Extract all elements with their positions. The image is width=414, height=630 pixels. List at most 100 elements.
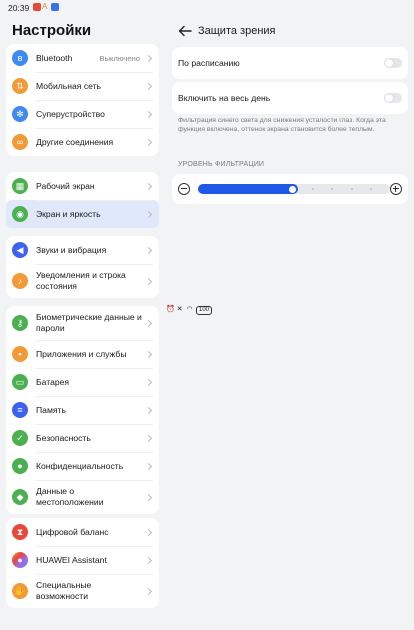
filter-level-slider[interactable] [198,184,390,194]
settings-group: ▦ Рабочий экран ◉ Экран и яркость [6,172,159,228]
sidebar-item[interactable]: ◆ Данные о местоположении [6,480,159,514]
sidebar-item-label: Приложения и службы [36,348,127,359]
link-icon: ∞ [12,134,28,150]
app-blue-icon [51,3,59,11]
schedule-row[interactable]: По расписанию [172,47,408,79]
chevron-right-icon [144,210,153,218]
sidebar-item-label: Батарея [36,376,70,387]
sidebar-item-label: Безопасность [36,432,91,443]
apps-icon: ▪ [12,346,28,362]
sidebar-item-value: Выключено [99,53,141,63]
sidebar-item[interactable]: ∞ Другие соединения [6,128,159,156]
chevron-right-icon [144,493,153,501]
settings-group: ʙ Bluetooth Выключено ⇅ Мобильная сеть ✻ Супер… [6,44,159,156]
app-red-icon [33,3,41,11]
filter-level-fill [198,184,298,194]
sidebar-item-label: Специальные возможности [36,580,92,601]
sidebar-item[interactable]: ⚷ Биометрические данные и пароли [6,306,159,340]
sidebar-item-label: Цифровой баланс [36,526,109,537]
settings-group: ◀ Звуки и вибрация ♪ Уведомления и строка с… [6,236,159,298]
sidebar-item-label: Память [36,404,66,415]
back-arrow-icon[interactable] [178,25,192,37]
chevron-right-icon [144,319,153,327]
bell-icon: ♪ [12,273,28,289]
chevron-right-icon [144,378,153,386]
sidebar-item-label: Биометрические данные и пароли [36,312,142,333]
slider-tick [331,188,334,190]
chevron-right-icon [144,556,153,564]
chevron-right-icon [144,406,153,414]
chevron-right-icon [144,82,153,90]
sidebar-item[interactable]: ▪ Приложения и службы [6,340,159,368]
sidebar-item[interactable]: ◉ Экран и яркость [6,200,159,228]
slider-tick [369,188,372,190]
slider-thumb[interactable] [289,185,296,193]
battery-icon: ▭ [12,374,28,390]
storage-icon: ≡ [12,402,28,418]
location-icon: ◆ [12,489,28,505]
sidebar-item[interactable]: ʙ Bluetooth Выключено [6,44,159,72]
sidebar-item-label: Данные о местоположении [36,486,104,507]
sidebar-item[interactable]: ≡ Память [6,396,159,424]
chevron-right-icon [144,587,153,595]
sidebar-item-label: Звуки и вибрация [36,244,107,255]
eye-comfort-panel: Защита зрения По расписанию Включить на … [166,16,414,630]
display-icon: ◉ [12,206,28,222]
hourglass-icon: ⧗ [12,524,28,540]
settings-sidebar: Настройки ʙ Bluetooth Выключено ⇅ Мобильная … [0,16,166,630]
status-time: 20:39 [8,3,30,13]
page-title: Защита зрения [198,25,276,37]
assistant-icon: ● [12,552,28,568]
schedule-label: По расписанию [178,58,240,68]
sidebar-item-label: Мобильная сеть [36,80,102,91]
chevron-right-icon [144,434,153,442]
chevron-right-icon [144,110,153,118]
privacy-icon: ● [12,458,28,474]
increase-filter-button[interactable] [390,183,402,195]
home-screen-icon: ▦ [12,178,28,194]
sidebar-item[interactable]: ✋ Специальные возможности [6,574,159,608]
sidebar-item-label: Уведомления и строка состояния [36,270,126,291]
decrease-filter-button[interactable] [178,183,190,195]
status-bar: 20:39 A ⏰ ✕ ◠ 100 [0,0,414,315]
all-day-toggle[interactable] [384,93,402,103]
filter-section-title: УРОВЕНЬ ФИЛЬТРАЦИИ [178,161,265,168]
sidebar-item[interactable]: ⇅ Мобильная сеть [6,72,159,100]
chevron-right-icon [144,54,153,62]
slider-tick [350,188,353,190]
schedule-toggle[interactable] [384,58,402,68]
sidebar-item-label: Конфиденциальность [36,460,124,471]
sidebar-item[interactable]: ♪ Уведомления и строка состояния [6,264,159,298]
super-device-icon: ✻ [12,106,28,122]
settings-group: ⧗ Цифровой баланс ● HUAWEI Assistant ✋ Специа… [6,518,159,608]
chevron-right-icon [144,138,153,146]
chevron-right-icon [144,277,153,285]
shield-icon: ✓ [12,430,28,446]
chevron-right-icon [144,528,153,536]
sidebar-item[interactable]: ◀ Звуки и вибрация [6,236,159,264]
sound-icon: ◀ [12,242,28,258]
chevron-right-icon [144,182,153,190]
sidebar-item-label: Суперустройство [36,108,105,119]
key-icon: ⚷ [12,315,28,331]
sidebar-item-label: Другие соединения [36,136,114,147]
sidebar-item[interactable]: ▦ Рабочий экран [6,172,159,200]
sidebar-item-label: Bluetooth [36,52,73,63]
bluetooth-icon: ʙ [12,50,28,66]
sidebar-item[interactable]: ⧗ Цифровой баланс [6,518,159,546]
sidebar-item-label: Экран и яркость [36,208,101,219]
sidebar-item[interactable]: ● Конфиденциальность [6,452,159,480]
accessibility-icon: ✋ [12,583,28,599]
sidebar-item[interactable]: ▭ Батарея [6,368,159,396]
chevron-right-icon [144,246,153,254]
slider-tick [312,188,315,190]
app-orange-icon: A [42,2,48,11]
settings-group: ⚷ Биометрические данные и пароли ▪ Приложен… [6,306,159,514]
sidebar-item[interactable]: ✓ Безопасность [6,424,159,452]
sidebar-item[interactable]: ✻ Суперустройство [6,100,159,128]
settings-title: Настройки [12,22,92,39]
sidebar-item-label: Рабочий экран [36,180,95,191]
sidebar-item[interactable]: ● HUAWEI Assistant [6,546,159,574]
all-day-row[interactable]: Включить на весь день [172,82,408,114]
filter-level-control [172,174,408,204]
